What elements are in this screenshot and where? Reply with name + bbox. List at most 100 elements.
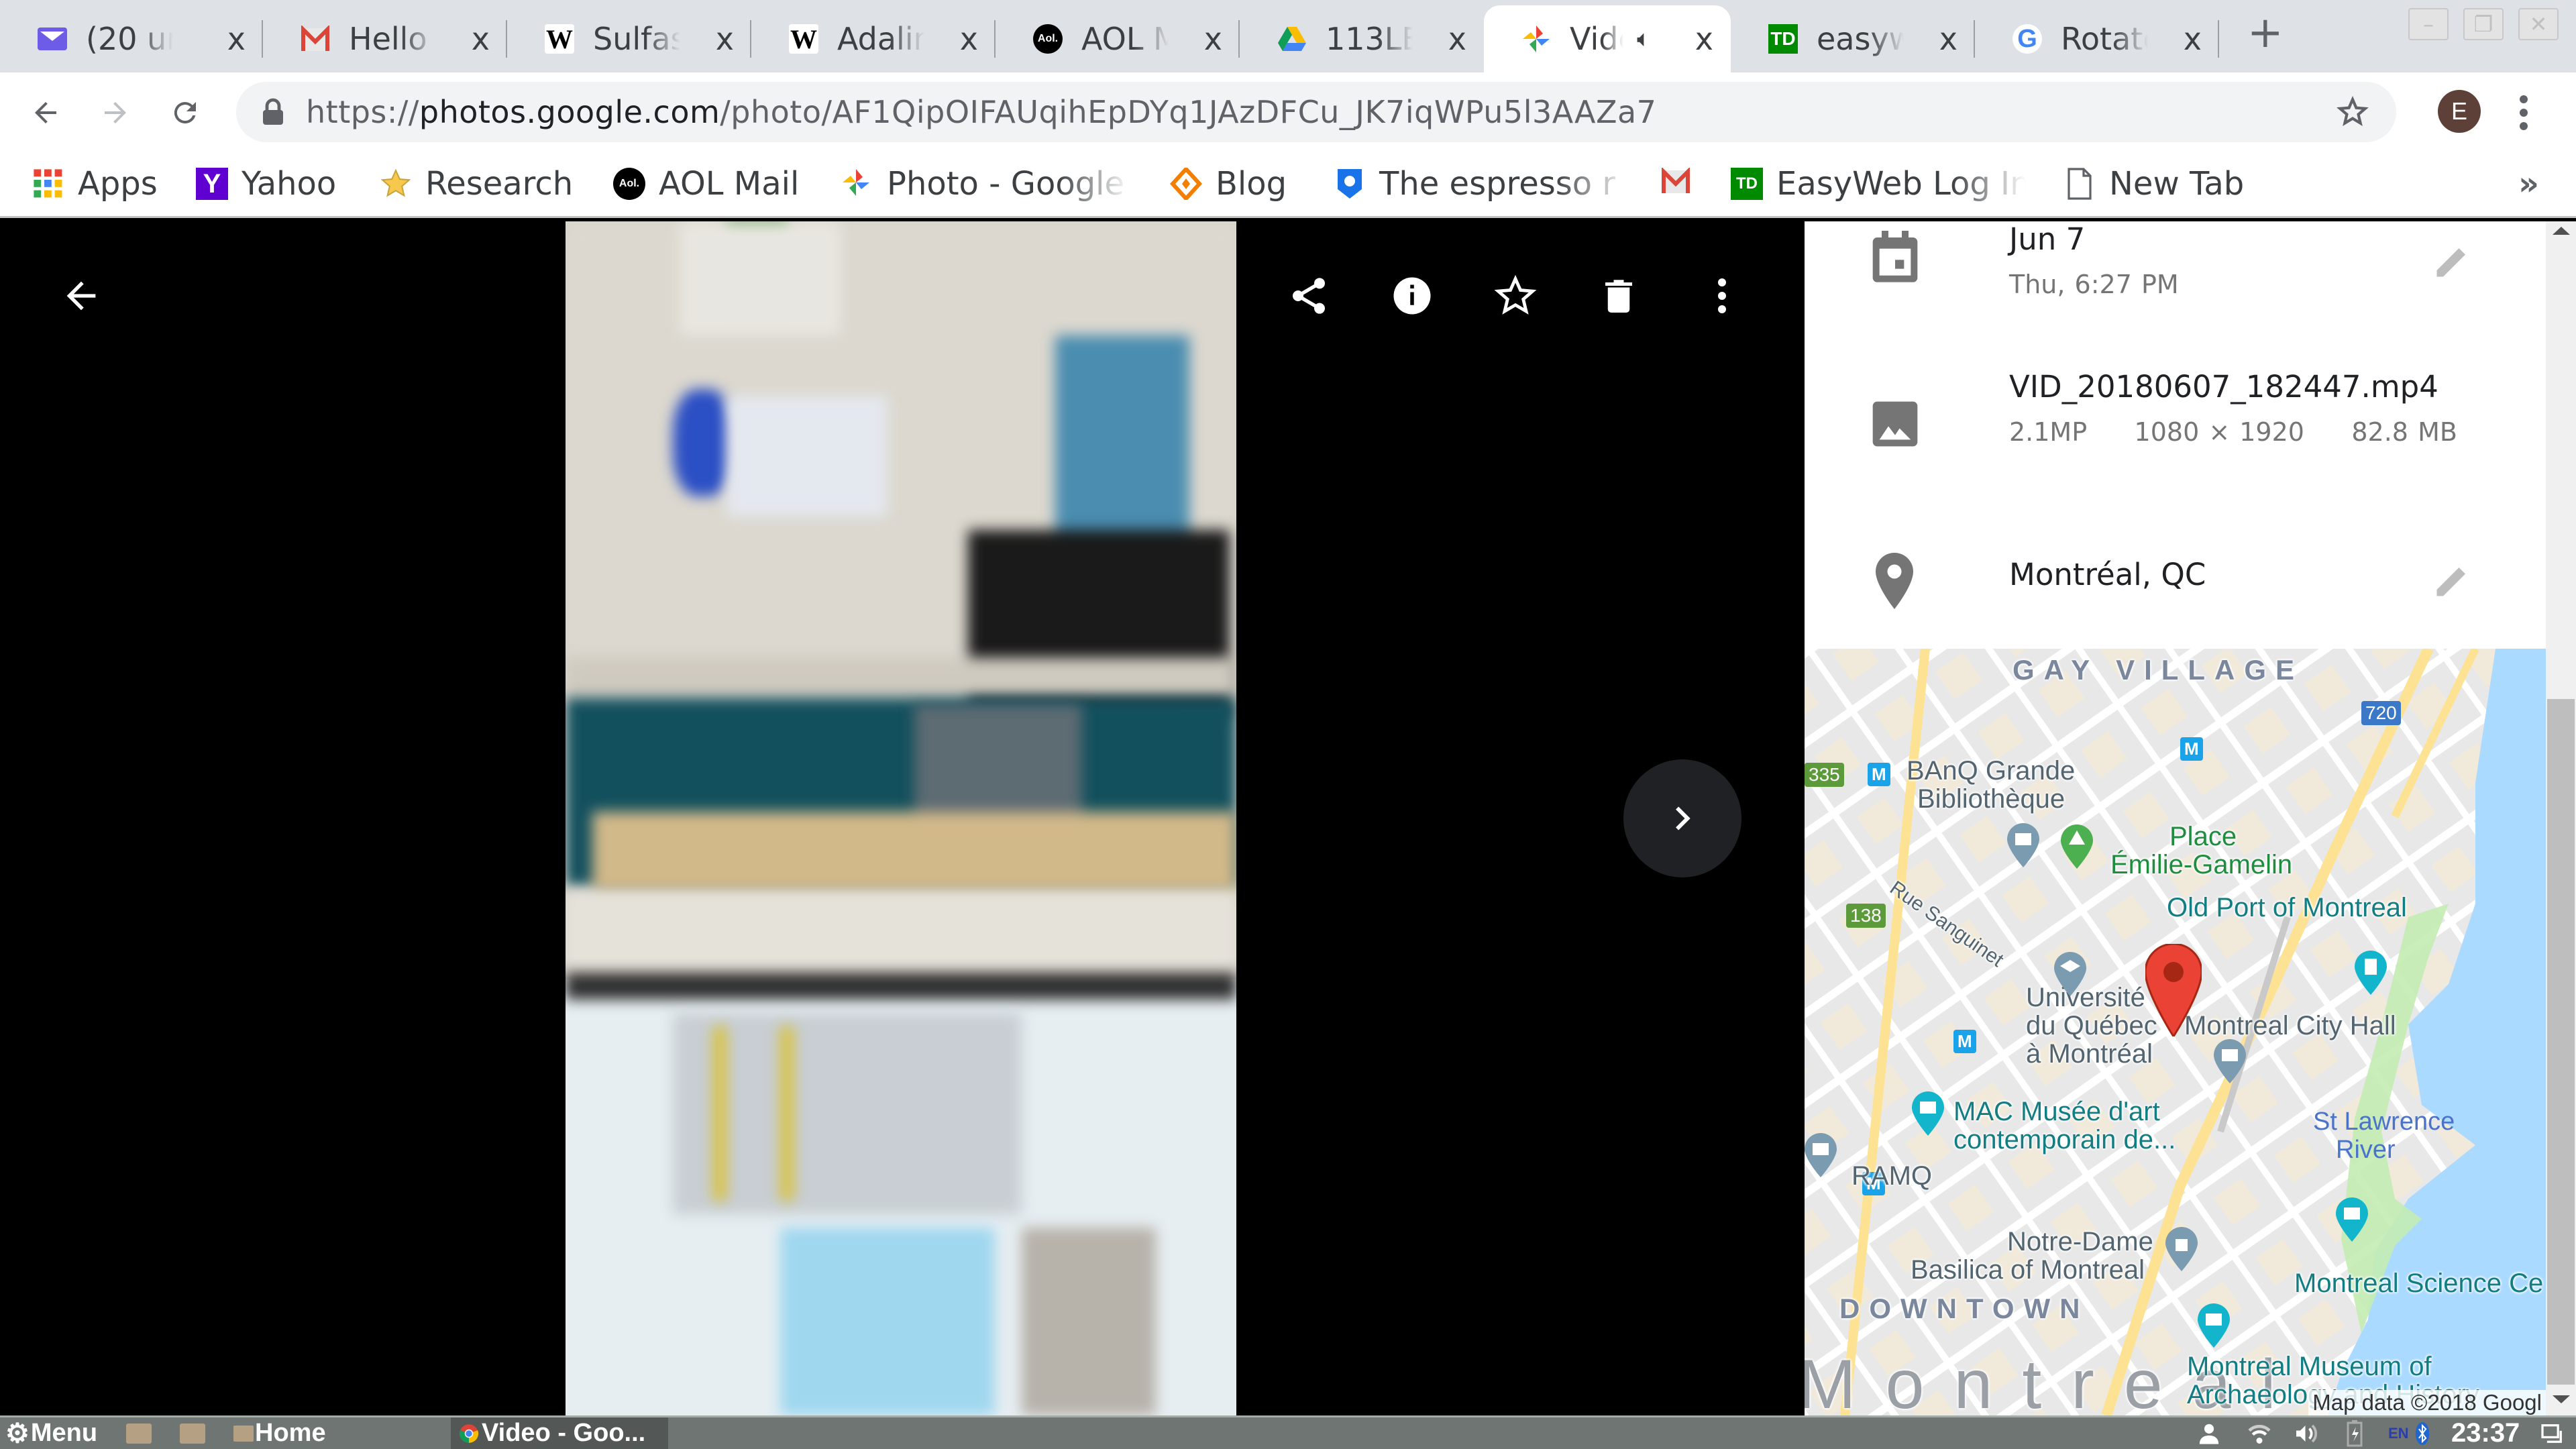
bookmark-research[interactable]: Research <box>380 165 573 203</box>
bookmark-yahoo[interactable]: Y Yahoo <box>196 165 336 203</box>
location-text: Montréal, QC <box>2009 557 2206 592</box>
scroll-up-arrow-icon[interactable] <box>2553 227 2570 235</box>
more-options-button[interactable] <box>1692 266 1752 326</box>
bookmark-easyweb[interactable]: TD EasyWeb Log In <box>1731 165 2026 203</box>
tab-rotate[interactable]: G Rotate x <box>1975 5 2219 72</box>
bookmark-gmail[interactable] <box>1661 165 1707 203</box>
edit-date-pencil-icon[interactable] <box>2432 241 2472 282</box>
maximize-button[interactable]: ❐ <box>2463 8 2504 40</box>
bookmark-espresso[interactable]: The espresso r <box>1334 165 1629 203</box>
location-map[interactable]: GAY VILLAGE 720 335 138 M M M M BAnQ Gra… <box>1805 649 2546 1415</box>
td-icon: TD <box>1768 24 1798 54</box>
tab-mail[interactable]: (20 unread) x <box>0 5 263 72</box>
forward-button[interactable] <box>94 91 137 134</box>
star-outline-icon <box>1494 274 1537 315</box>
launcher-folder[interactable] <box>180 1417 205 1449</box>
url-text[interactable]: https://photos.google.com/photo/AF1QipOI… <box>306 94 1656 130</box>
tab-close-icon[interactable]: x <box>2184 21 2202 57</box>
tab-close-icon[interactable]: x <box>1448 21 1466 57</box>
show-desktop-button[interactable] <box>2541 1417 2564 1449</box>
tab-close-icon[interactable]: x <box>227 21 246 57</box>
close-window-button[interactable]: ✕ <box>2518 8 2559 40</box>
launcher-home[interactable]: Home <box>233 1417 326 1449</box>
td-icon: TD <box>1731 168 1763 200</box>
info-button[interactable] <box>1382 266 1442 326</box>
wifi-tray-icon[interactable] <box>2247 1417 2271 1449</box>
wikipedia-icon: W <box>789 23 818 54</box>
battery-tray-icon[interactable] <box>2347 1417 2363 1449</box>
tab-easyweb[interactable]: TD easyweb x <box>1731 5 1975 72</box>
tab-aol-mail[interactable]: Aol. AOL Mail x <box>996 5 1240 72</box>
tab-drive[interactable]: 113LEI x <box>1240 5 1484 72</box>
bookmark-photo-google[interactable]: Photo - Google <box>841 165 1130 203</box>
tab-title: Hello from <box>349 21 436 57</box>
minimize-button[interactable]: – <box>2408 8 2449 40</box>
tab-close-icon[interactable]: x <box>716 21 734 57</box>
start-menu-button[interactable]: ⚙ Menu <box>5 1417 97 1449</box>
bookmarks-overflow-button[interactable]: » <box>2518 165 2539 203</box>
user-tray-icon[interactable] <box>2198 1417 2220 1449</box>
metro-station-icon: M <box>1953 1030 1976 1053</box>
tab-close-icon[interactable]: x <box>1204 21 1222 57</box>
share-icon <box>1293 278 1325 314</box>
bookmark-apps[interactable]: Apps <box>32 165 158 203</box>
university-pin-icon <box>2054 952 2086 996</box>
share-button[interactable] <box>1279 266 1339 326</box>
tab-close-icon[interactable]: x <box>1939 21 1957 57</box>
keyboard-layout-indicator[interactable]: EN <box>2388 1417 2409 1449</box>
scrollbar-thumb[interactable] <box>2547 699 2575 1385</box>
tab-sulfasalazine[interactable]: W Sulfasalazine x <box>507 5 751 72</box>
megapixels: 2.1MP <box>2009 417 2088 447</box>
map-label-old-port: Old Port of Montreal <box>2167 893 2407 922</box>
tab-close-icon[interactable]: x <box>960 21 978 57</box>
back-to-photos-button[interactable] <box>51 266 111 326</box>
tab-title: AOL Mail <box>1081 21 1169 57</box>
mail-icon <box>38 28 67 50</box>
edit-location-pencil-icon[interactable] <box>2432 561 2472 601</box>
browser-toolbar: https://photos.google.com/photo/AF1QipOI… <box>0 72 2576 153</box>
google-icon: G <box>2012 24 2042 54</box>
back-button[interactable] <box>24 91 67 134</box>
delete-button[interactable] <box>1589 266 1649 326</box>
clock[interactable]: 23:37 <box>2451 1417 2520 1449</box>
panel-scrollbar[interactable] <box>2546 221 2576 1415</box>
audio-playing-icon[interactable]: 🔈︎ <box>1637 25 1650 52</box>
map-label-notre-dame: Notre-Dame <box>2007 1227 2153 1256</box>
video-frame[interactable] <box>566 221 1236 1415</box>
launcher-file-manager[interactable] <box>126 1417 152 1449</box>
profile-avatar[interactable]: E <box>2438 90 2481 133</box>
tab-video-active[interactable]: Video 🔈︎ x <box>1484 5 1731 72</box>
apps-grid-icon <box>34 169 62 198</box>
address-bar[interactable]: https://photos.google.com/photo/AF1QipOI… <box>236 82 2396 142</box>
browser-menu-button[interactable] <box>2513 93 2534 133</box>
bookmark-label: Apps <box>78 165 158 203</box>
tab-gmail[interactable]: Hello from x <box>263 5 507 72</box>
next-photo-button[interactable] <box>1623 759 1741 877</box>
bookmark-blog[interactable]: Blog <box>1170 165 1287 203</box>
filesize: 82.8 MB <box>2351 417 2457 447</box>
reload-icon <box>174 102 196 124</box>
tab-close-icon[interactable]: x <box>472 21 490 57</box>
bookmark-aol-mail[interactable]: Aol. AOL Mail <box>613 165 799 203</box>
folder-icon <box>126 1423 152 1444</box>
file-stats: 2.1MP 1080 × 1920 82.8 MB <box>2009 417 2457 447</box>
tab-adalimumab[interactable]: W Adalimumab x <box>751 5 996 72</box>
scroll-down-arrow-icon[interactable] <box>2553 1395 2570 1403</box>
more-vert-icon <box>1718 278 1726 313</box>
volume-tray-icon[interactable] <box>2294 1417 2318 1449</box>
bluetooth-tray-icon[interactable] <box>2415 1417 2430 1449</box>
taskbar-window-video[interactable]: Video - Goo... <box>451 1417 668 1449</box>
park-pin-icon <box>2061 824 2093 869</box>
museum-pin-icon <box>2198 1303 2230 1348</box>
window-title: Video - Goo... <box>482 1419 646 1447</box>
reload-button[interactable] <box>164 91 207 134</box>
metro-station-icon: M <box>1868 763 1890 786</box>
arrow-left-icon <box>66 281 96 311</box>
map-label-mac: MAC Musée d'art <box>1953 1097 2160 1126</box>
new-tab-button[interactable]: + <box>2247 8 2284 58</box>
bookmark-star-icon[interactable] <box>2336 95 2369 129</box>
tab-close-icon[interactable]: x <box>1695 21 1713 57</box>
bookmark-new-tab[interactable]: New Tab <box>2063 165 2244 203</box>
favorite-button[interactable] <box>1485 266 1546 326</box>
bookmark-label: AOL Mail <box>659 165 800 203</box>
